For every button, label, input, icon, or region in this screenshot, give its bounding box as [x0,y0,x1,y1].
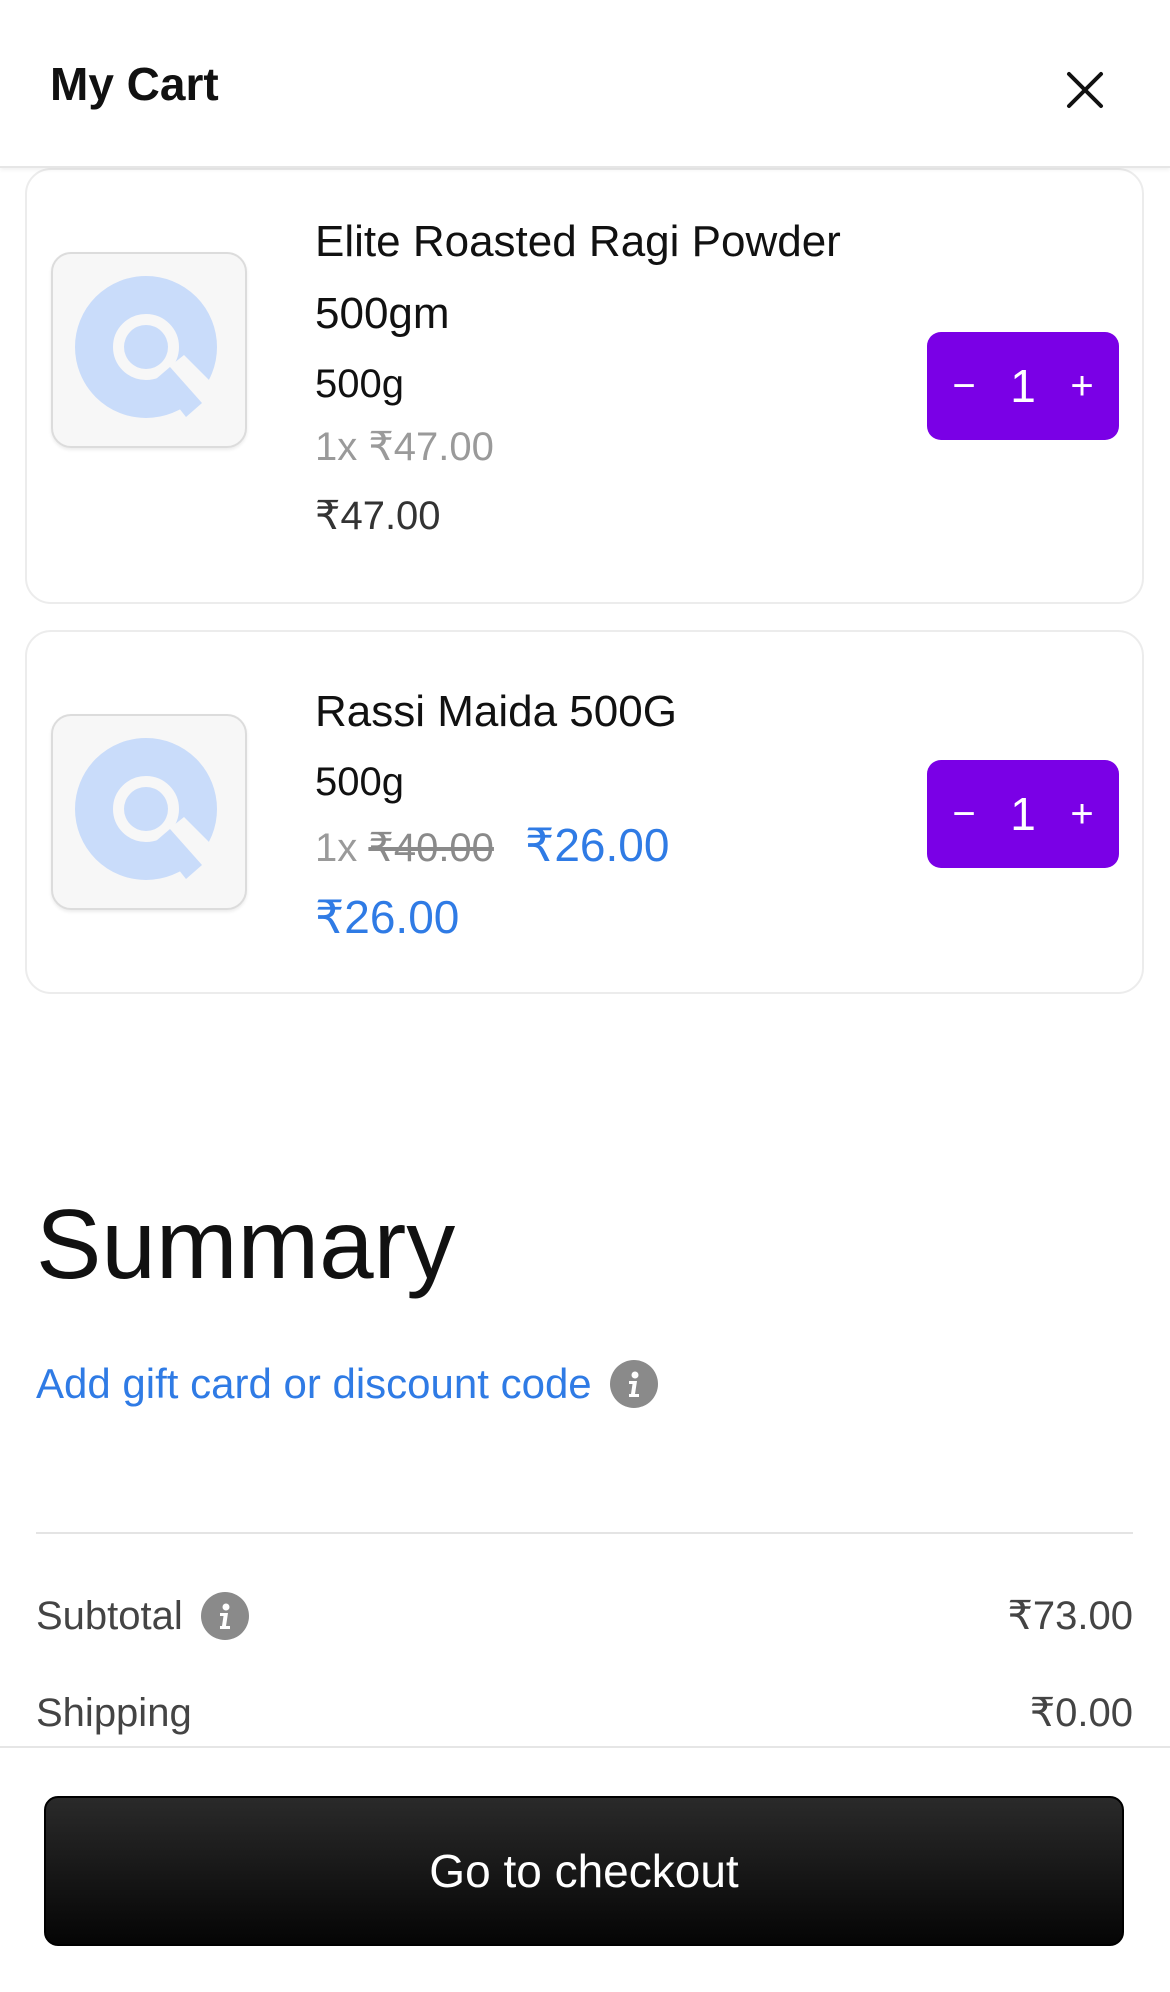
info-icon[interactable] [609,1360,658,1408]
item-name-line: Elite Roasted Ragi Powder [315,217,841,266]
quantity-stepper: − 1 + [927,760,1119,868]
page-title: My Cart [50,58,219,110]
shipping-value: ₹0.00 [1029,1691,1133,1735]
subtotal-value: ₹73.00 [1007,1594,1133,1638]
summary-title: Summary [36,1189,456,1299]
checkout-footer: Go to checkout [0,1746,1170,1992]
decrement-button[interactable]: − [941,784,987,844]
increment-button[interactable]: + [1059,356,1105,416]
product-thumbnail[interactable] [51,714,247,910]
item-name[interactable]: Rassi Maida 500G [315,676,915,748]
close-button[interactable] [1050,55,1120,125]
item-unit-price: 1x ₹40.00 ₹26.00 [315,812,915,881]
close-icon [1067,72,1103,108]
item-name-line: 500gm [315,289,450,338]
item-info: Rassi Maida 500G 500g 1x ₹40.00 ₹26.00 ₹… [315,676,915,953]
item-line-total: ₹26.00 [315,891,460,943]
item-line-total: ₹47.00 [315,494,441,538]
checkout-button[interactable]: Go to checkout [44,1796,1124,1946]
decrement-button[interactable]: − [941,356,987,416]
gift-card-discount-link[interactable]: Add gift card or discount code [36,1360,658,1408]
quantity-value: 1 [1010,788,1036,840]
shipping-label: Shipping [36,1690,192,1735]
item-variant: 500g [315,362,404,406]
product-placeholder-icon [75,738,222,880]
cart-item: Rassi Maida 500G 500g 1x ₹40.00 ₹26.00 ₹… [25,630,1144,994]
increment-button[interactable]: + [1059,784,1105,844]
item-name[interactable]: Elite Roasted Ragi Powder 500gm [315,206,915,350]
item-unit-price: 1x ₹47.00 [315,425,494,469]
shipping-row: Shipping ₹0.00 [36,1690,1133,1736]
sale-price: ₹26.00 [525,819,670,871]
item-info: Elite Roasted Ragi Powder 500gm 500g 1x … [315,206,915,552]
product-thumbnail[interactable] [51,252,247,448]
original-price: ₹40.00 [368,826,494,870]
subtotal-label: Subtotal [36,1593,183,1638]
quantity-stepper: − 1 + [927,332,1119,440]
item-variant: 500g [315,760,404,804]
info-icon[interactable] [200,1592,249,1640]
gift-link-label: Add gift card or discount code [36,1360,592,1407]
unit-prefix: 1x [315,826,358,870]
cart-item: Elite Roasted Ragi Powder 500gm 500g 1x … [25,168,1144,604]
subtotal-row: Subtotal ₹73.00 [36,1592,1133,1640]
cart-header: My Cart [0,0,1170,168]
quantity-value: 1 [1010,360,1036,412]
product-placeholder-icon [75,276,222,418]
summary-divider [36,1532,1133,1534]
